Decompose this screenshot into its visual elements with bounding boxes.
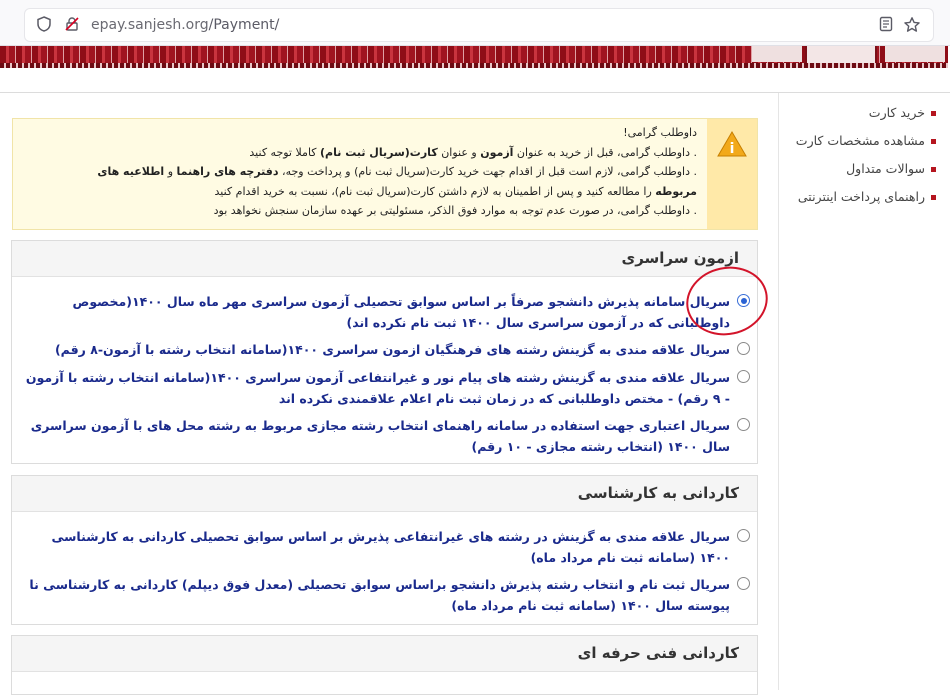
insecure-lock-icon[interactable] — [63, 16, 81, 34]
notice-text: داوطلب گرامی! . داوطلب گرامی، قبل از خری… — [21, 123, 697, 221]
option-item[interactable]: سریال علاقه مندی به گزینش رشته های پیام … — [20, 367, 750, 409]
header-decoration — [885, 46, 945, 62]
option-label[interactable]: سریال علاقه مندی به گزینش رشته های پیام … — [20, 367, 730, 409]
shield-icon[interactable] — [35, 16, 53, 34]
option-item[interactable]: سریال علاقه مندی به گزینش رشته های فرهنگ… — [20, 339, 750, 360]
option-label[interactable]: سریال اعتباری جهت استفاده در سامانه راهن… — [20, 415, 730, 457]
notice-greeting: داوطلب گرامی! — [623, 126, 697, 139]
section-title: کاردانی به کارشناسی — [577, 484, 739, 502]
radio-button[interactable] — [737, 529, 750, 542]
sidebar-item-view-card[interactable]: مشاهده مشخصات کارت — [796, 133, 936, 148]
option-item[interactable]: سریال علاقه مندی به گزینش در رشته های غی… — [20, 526, 750, 568]
section-header: ازمون سراسری — [12, 241, 757, 277]
sidebar-item-payment-guide[interactable]: راهنمای پرداخت اینترنتی — [798, 189, 936, 204]
browser-toolbar: epay.sanjesh.org/Payment/ — [0, 0, 950, 46]
sidebar: خرید کارت مشاهده مشخصات کارت سوالات متدا… — [778, 93, 950, 690]
url-text[interactable]: epay.sanjesh.org/Payment/ — [91, 17, 279, 33]
notice-line: . داوطلب گرامی، قبل از خرید به عنوان آزم… — [249, 145, 697, 159]
sidebar-item-label: خرید کارت — [868, 105, 925, 120]
warning-icon-area: i — [707, 119, 757, 229]
option-item[interactable]: سریال ثبت نام و انتخاب رشته پذیرش دانشجو… — [20, 574, 750, 616]
option-label[interactable]: سریال ثبت نام و انتخاب رشته پذیرش دانشجو… — [20, 574, 730, 616]
radio-button[interactable] — [737, 418, 750, 431]
section-associate-to-bachelor: کاردانی به کارشناسی سریال علاقه مندی به … — [11, 475, 758, 625]
bullet-icon — [931, 111, 936, 116]
warning-notice: i داوطلب گرامی! . داوطلب گرامی، قبل از خ… — [12, 118, 758, 230]
section-technical-vocational: کاردانی فنی حرفه ای — [11, 635, 758, 695]
sidebar-item-label: سوالات متداول — [846, 161, 925, 176]
site-header-banner — [0, 46, 948, 68]
option-label[interactable]: سریال علاقه مندی به گزینش در رشته های غی… — [20, 526, 730, 568]
bullet-icon — [931, 195, 936, 200]
bookmark-star-icon[interactable] — [903, 16, 921, 34]
section-title: کاردانی فنی حرفه ای — [577, 644, 739, 662]
notice-line: . داوطلب گرامی، لازم است قبل از اقدام جه… — [97, 165, 697, 178]
section-header: کاردانی به کارشناسی — [12, 476, 757, 512]
url-path: /Payment/ — [208, 17, 280, 33]
sidebar-item-faq[interactable]: سوالات متداول — [846, 161, 936, 176]
warning-icon: i — [717, 131, 747, 157]
url-host: epay.sanjesh.org — [91, 17, 209, 33]
option-item[interactable]: سریال اعتباری جهت استفاده در سامانه راهن… — [20, 415, 750, 457]
section-title: ازمون سراسری — [621, 249, 739, 267]
banner-stripe — [0, 63, 948, 68]
notice-line: مربوطه را مطالعه کنید و پس از اطمینان به… — [214, 184, 697, 198]
header-decoration — [752, 46, 802, 62]
reader-view-icon[interactable] — [877, 16, 895, 34]
option-item[interactable]: سریال سامانه پذیرش دانشجو صرفاً بر اساس … — [20, 291, 750, 333]
notice-line: . داوطلب گرامی، در صورت عدم توجه به موار… — [213, 204, 697, 217]
sidebar-item-label: راهنمای پرداخت اینترنتی — [797, 189, 925, 204]
section-national-exam: ازمون سراسری سریال سامانه پذیرش دانشجو ص… — [11, 240, 758, 464]
svg-text:i: i — [730, 141, 735, 157]
bullet-icon — [931, 167, 936, 172]
radio-button[interactable] — [737, 370, 750, 383]
address-bar[interactable]: epay.sanjesh.org/Payment/ — [24, 8, 934, 42]
option-label[interactable]: سریال سامانه پذیرش دانشجو صرفاً بر اساس … — [20, 291, 730, 333]
radio-button[interactable] — [737, 342, 750, 355]
bullet-icon — [931, 139, 936, 144]
sidebar-item-label: مشاهده مشخصات کارت — [795, 133, 925, 148]
option-label[interactable]: سریال علاقه مندی به گزینش رشته های فرهنگ… — [20, 339, 730, 360]
radio-button[interactable] — [737, 577, 750, 590]
section-header: کاردانی فنی حرفه ای — [12, 636, 757, 672]
sidebar-item-buy-card[interactable]: خرید کارت — [869, 105, 936, 120]
